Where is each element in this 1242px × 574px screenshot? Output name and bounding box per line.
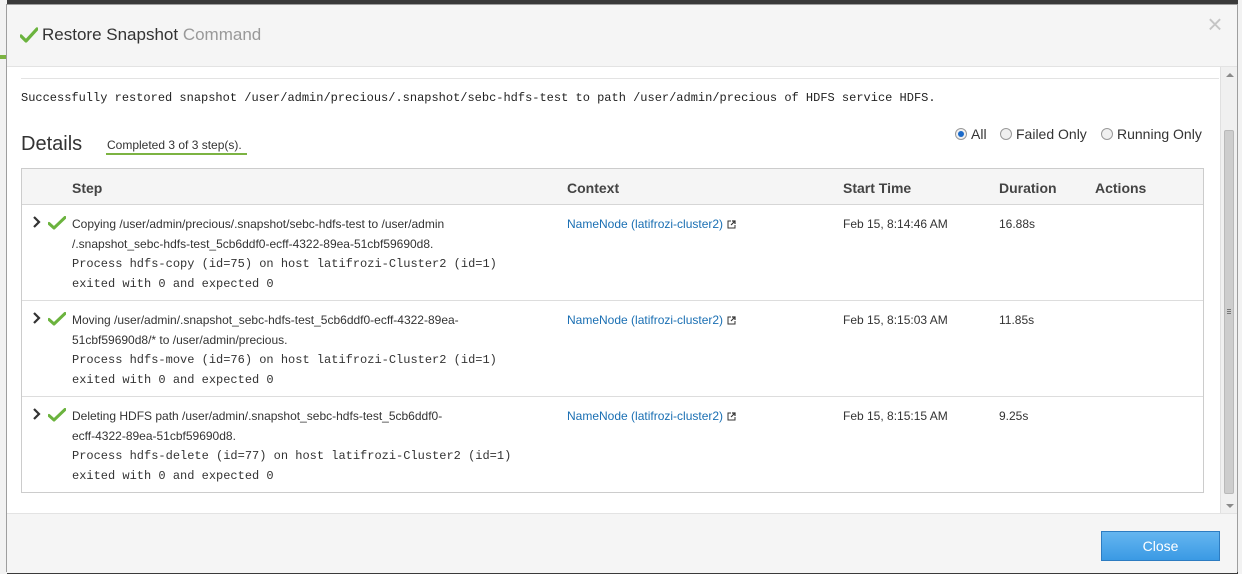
step-description: Moving /user/admin/.snapshot_sebc-hdfs-t… <box>72 310 512 390</box>
check-icon <box>48 312 66 326</box>
radio-button-icon <box>955 128 967 140</box>
context-link[interactable]: NameNode (latifrozi-cluster2) <box>567 214 736 234</box>
filter-failed-only-radio[interactable]: Failed Only <box>1000 126 1087 142</box>
context-link-label: NameNode (latifrozi-cluster2) <box>567 313 724 327</box>
step-line: ecff-4322-89ea-51cbf59690d8. <box>72 429 236 443</box>
step-description: Deleting HDFS path /user/admin/.snapshot… <box>72 406 512 486</box>
step-description: Copying /user/admin/precious/.snapshot/s… <box>72 214 512 294</box>
exit-line: exited with 0 and expected 0 <box>72 469 274 483</box>
scroll-down-arrow-icon[interactable] <box>1226 504 1234 508</box>
table-row: Deleting HDFS path /user/admin/.snapshot… <box>22 397 1203 493</box>
duration: 11.85s <box>999 313 1035 327</box>
table-header: Step Context Start Time Duration Actions <box>22 169 1203 205</box>
dialog-footer: Close <box>7 513 1237 573</box>
filter-all-label: All <box>971 126 987 142</box>
start-time: Feb 15, 8:15:15 AM <box>843 409 948 423</box>
duration: 9.25s <box>999 409 1029 423</box>
table-row: Moving /user/admin/.snapshot_sebc-hdfs-t… <box>22 301 1203 397</box>
check-icon <box>20 27 38 43</box>
process-line: Process hdfs-delete (id=77) on host lati… <box>72 449 512 463</box>
filter-running-only-radio[interactable]: Running Only <box>1101 126 1202 142</box>
column-header-duration[interactable]: Duration <box>999 180 1057 196</box>
step-line: /.snapshot_sebc-hdfs-test_5cb6ddf0-ecff-… <box>72 237 434 251</box>
divider <box>21 78 1219 79</box>
filter-all-radio[interactable]: All <box>955 126 987 142</box>
step-line: 51cbf59690d8/* to /user/admin/precious. <box>72 333 288 347</box>
column-header-start-time[interactable]: Start Time <box>843 180 911 196</box>
close-button[interactable]: Close <box>1101 531 1220 561</box>
close-icon[interactable]: × <box>1205 11 1225 37</box>
context-link-label: NameNode (latifrozi-cluster2) <box>567 217 724 231</box>
dialog-header: Restore Snapshot Command × <box>7 5 1237 67</box>
chevron-right-icon[interactable] <box>32 312 42 324</box>
process-line: Process hdfs-copy (id=75) on host latifr… <box>72 257 497 271</box>
context-link-label: NameNode (latifrozi-cluster2) <box>567 409 724 423</box>
check-icon <box>48 408 66 422</box>
radio-button-icon <box>1000 128 1012 140</box>
external-link-icon <box>727 316 736 325</box>
page-backdrop-right <box>1238 0 1242 574</box>
result-message: Successfully restored snapshot /user/adm… <box>21 91 936 105</box>
grip-icon <box>1227 309 1231 315</box>
column-header-actions: Actions <box>1095 180 1147 196</box>
check-icon <box>48 216 66 230</box>
table-row: Copying /user/admin/precious/.snapshot/s… <box>22 205 1203 301</box>
filter-failed-only-label: Failed Only <box>1016 126 1087 142</box>
step-filter-group: All Failed Only Running Only <box>7 124 1219 144</box>
step-line: Deleting HDFS path /user/admin/.snapshot… <box>72 409 443 423</box>
exit-line: exited with 0 and expected 0 <box>72 277 274 291</box>
chevron-right-icon[interactable] <box>32 216 42 228</box>
step-line: Copying /user/admin/precious/.snapshot/s… <box>72 217 445 231</box>
duration: 16.88s <box>999 217 1036 231</box>
dialog-title-main: Restore Snapshot <box>42 25 179 44</box>
context-link[interactable]: NameNode (latifrozi-cluster2) <box>567 310 736 330</box>
column-header-step[interactable]: Step <box>72 180 102 196</box>
step-line: Moving /user/admin/.snapshot_sebc-hdfs-t… <box>72 313 459 327</box>
restore-snapshot-dialog: Restore Snapshot Command × Successfully … <box>6 4 1238 573</box>
column-header-context[interactable]: Context <box>567 180 619 196</box>
dialog-title-suffix: Command <box>182 25 262 44</box>
external-link-icon <box>727 220 736 229</box>
dialog-title: Restore Snapshot Command <box>42 25 261 45</box>
chevron-right-icon[interactable] <box>32 408 42 420</box>
external-link-icon <box>727 412 736 421</box>
start-time: Feb 15, 8:15:03 AM <box>843 313 948 327</box>
scrollbar-thumb[interactable] <box>1224 130 1234 494</box>
filter-running-only-label: Running Only <box>1117 126 1202 142</box>
start-time: Feb 15, 8:14:46 AM <box>843 217 948 231</box>
context-link[interactable]: NameNode (latifrozi-cluster2) <box>567 406 736 426</box>
dialog-body: Successfully restored snapshot /user/adm… <box>7 67 1219 513</box>
scroll-up-arrow-icon[interactable] <box>1226 73 1234 77</box>
vertical-scrollbar[interactable] <box>1220 67 1237 513</box>
exit-line: exited with 0 and expected 0 <box>72 373 274 387</box>
steps-table: Step Context Start Time Duration Actions… <box>21 168 1204 493</box>
process-line: Process hdfs-move (id=76) on host latifr… <box>72 353 497 367</box>
radio-button-icon <box>1101 128 1113 140</box>
